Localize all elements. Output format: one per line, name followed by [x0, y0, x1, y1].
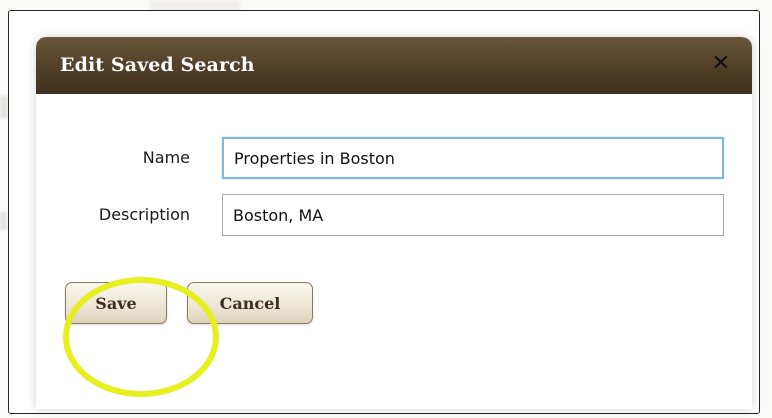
- name-row: Name: [36, 137, 752, 181]
- save-button[interactable]: Save: [65, 282, 167, 324]
- close-icon[interactable]: ✕: [712, 51, 730, 76]
- description-row: Description: [36, 194, 752, 238]
- background-blur-block: [0, 212, 7, 230]
- cancel-button[interactable]: Cancel: [187, 282, 313, 324]
- background-blur-block: [0, 96, 8, 118]
- dialog-titlebar: Edit Saved Search ✕: [36, 37, 752, 94]
- description-label: Description: [98, 205, 190, 224]
- name-input[interactable]: [222, 137, 724, 179]
- edit-saved-search-dialog: Edit Saved Search ✕ Name Description Sav…: [36, 37, 752, 409]
- name-label: Name: [142, 148, 190, 167]
- description-input[interactable]: [222, 194, 724, 236]
- dialog-title: Edit Saved Search: [60, 54, 255, 76]
